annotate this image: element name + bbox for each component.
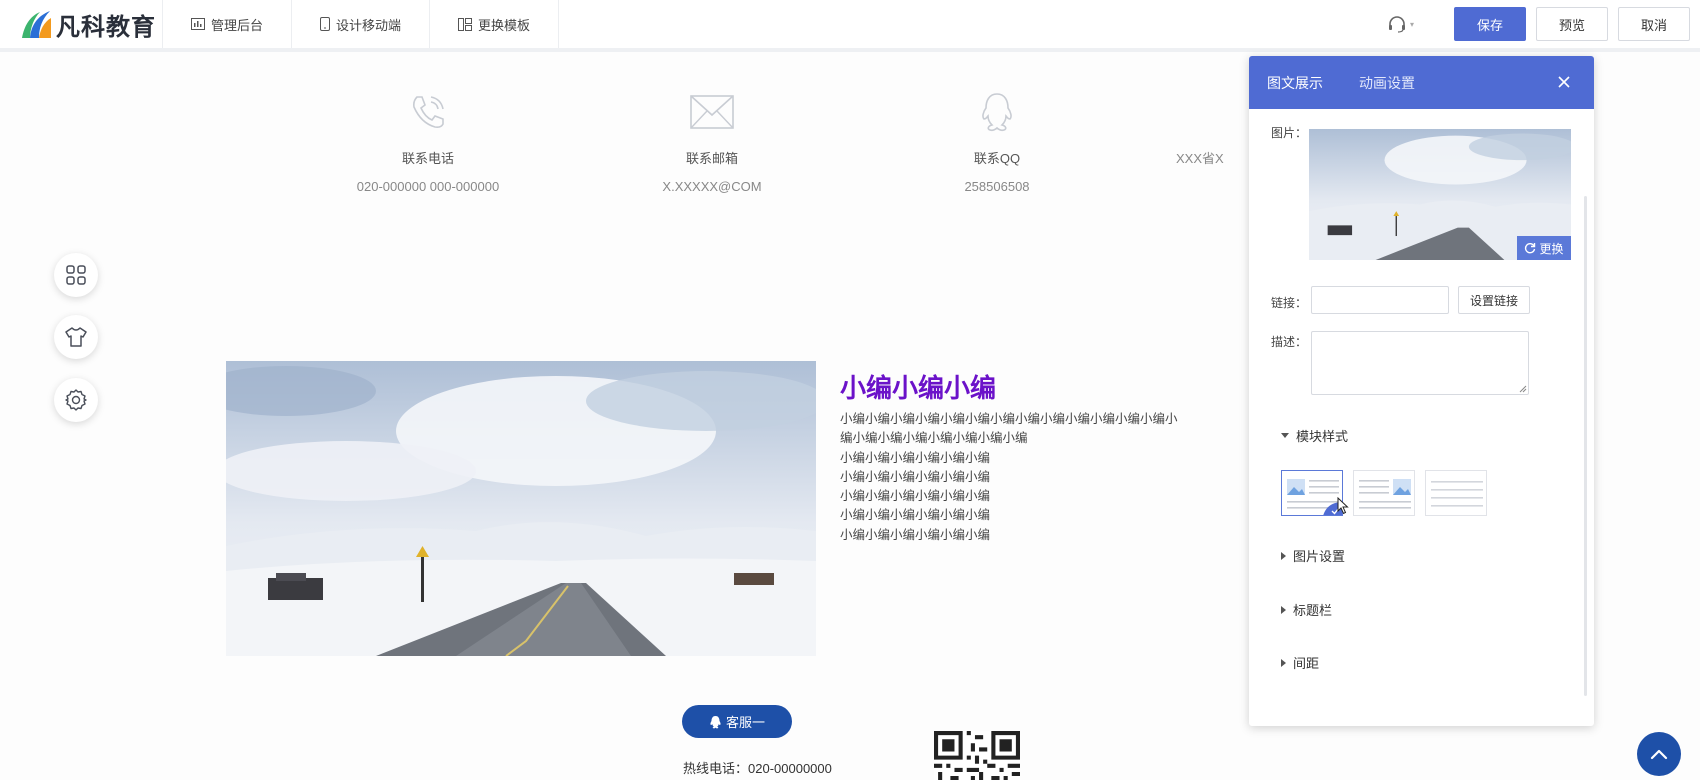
caret-right-icon — [1281, 605, 1286, 614]
section-title-bar[interactable]: 标题栏 — [1281, 600, 1332, 619]
replace-image-label: 更换 — [1539, 241, 1564, 256]
contact-phone-label: 联系电话 — [401, 151, 454, 166]
content-line: 小编小编小编小编小编小编小编小编小编小编小编小编小编小 — [840, 412, 1178, 426]
contact-email-label: 联系邮箱 — [685, 151, 738, 166]
section-module-style-label: 模块样式 — [1296, 429, 1349, 444]
template-icon — [458, 17, 473, 31]
set-link-button[interactable]: 设置链接 — [1458, 286, 1530, 314]
contact-qq-value: 258506508 — [964, 179, 1030, 194]
module-tool-button[interactable] — [54, 253, 98, 297]
logo[interactable]: 凡科教育 — [0, 0, 163, 48]
qr-code-icon — [934, 731, 1020, 780]
theme-tool-button[interactable] — [54, 315, 98, 359]
section-spacing[interactable]: 间距 — [1281, 653, 1319, 672]
logo-icon — [22, 11, 51, 38]
content-line: 小编小编小编小编小编小编 — [840, 527, 991, 542]
nav-change-template-label: 更换模板 — [478, 17, 531, 33]
customer-service-label: 客服一 — [725, 715, 765, 730]
editor-panel-header: 图文展示 动画设置 — [1249, 56, 1594, 109]
close-icon[interactable] — [1556, 74, 1572, 90]
section-module-style[interactable]: 模块样式 — [1281, 426, 1348, 445]
mouse-cursor-icon — [1337, 497, 1349, 515]
shirt-icon — [65, 327, 87, 347]
content-line: 小编小编小编小编小编小编 — [840, 450, 991, 465]
caret-down-icon — [1281, 433, 1289, 438]
preview-button[interactable]: 预览 — [1536, 7, 1608, 41]
link-field-label: 链接： — [1271, 296, 1308, 310]
hotline-text: 热线电话：020-00000000 — [683, 761, 832, 776]
bar-chart-icon — [191, 18, 205, 30]
contact-address: XXX省X — [1176, 90, 1248, 167]
contact-qq-label: 联系QQ — [973, 151, 1021, 166]
content-line: 小编小编小编小编小编小编 — [840, 508, 991, 523]
content-line: 编小编小编小编小编小编小编小编 — [840, 431, 1028, 446]
tab-image-text[interactable]: 图文展示 — [1267, 73, 1323, 93]
section-image-settings-label: 图片设置 — [1293, 549, 1346, 564]
mobile-icon — [320, 17, 331, 31]
chevron-up-icon — [1650, 749, 1668, 760]
phone-icon — [413, 96, 444, 128]
caret-right-icon — [1281, 551, 1286, 560]
chevron-down-icon: ▾ — [1409, 19, 1414, 29]
style-option-text-only[interactable] — [1425, 470, 1487, 516]
grid-icon — [66, 265, 86, 285]
qq-icon — [710, 715, 721, 728]
content-line: 小编小编小编小编小编小编 — [840, 489, 991, 504]
nav-admin-label: 管理后台 — [211, 17, 264, 33]
contact-email: 联系邮箱 X.XXXXX@COM — [612, 90, 812, 194]
top-bar: 凡科教育 管理后台 设计移动端 更换模板 ▾ 保存 预览 取消 — [0, 0, 1700, 52]
snow-road-image — [226, 361, 816, 656]
image-field-label: 图片： — [1271, 126, 1308, 140]
settings-icon — [65, 389, 87, 411]
description-field-label: 描述： — [1271, 335, 1308, 349]
customer-service-button[interactable]: 客服一 — [682, 705, 792, 738]
settings-tool-button[interactable] — [54, 378, 98, 422]
contact-phone-value: 020-000000 000-000000 — [356, 179, 500, 194]
qq-icon — [982, 93, 1012, 132]
contact-address-value: XXX省X — [1176, 151, 1224, 166]
resize-handle-icon[interactable] — [1519, 385, 1527, 393]
contact-qq: 联系QQ 258506508 — [897, 90, 1097, 194]
content-image[interactable] — [226, 361, 816, 656]
style-option-right-image[interactable] — [1353, 470, 1415, 516]
replace-image-button[interactable]: 更换 — [1517, 236, 1571, 260]
layout-text-only-icon — [1431, 481, 1483, 507]
refresh-icon — [1525, 243, 1536, 254]
mail-icon — [690, 95, 734, 129]
style-option-left-image[interactable] — [1281, 470, 1343, 516]
tab-animation[interactable]: 动画设置 — [1359, 73, 1415, 93]
nav-admin[interactable]: 管理后台 — [163, 0, 293, 48]
content-title[interactable]: 小编小编小编 — [840, 368, 996, 405]
cancel-button[interactable]: 取消 — [1618, 7, 1690, 41]
contact-phone: 联系电话 020-000000 000-000000 — [328, 90, 528, 194]
panel-scrollbar[interactable] — [1584, 196, 1587, 696]
section-title-bar-label: 标题栏 — [1293, 603, 1333, 618]
contact-email-value: X.XXXXX@COM — [662, 179, 762, 194]
nav-mobile-design-label: 设计移动端 — [336, 17, 402, 33]
image-thumbnail[interactable]: 更换 — [1309, 129, 1571, 260]
headset-icon — [1388, 16, 1405, 33]
customer-service-dropdown[interactable]: ▾ — [1387, 15, 1414, 33]
description-input[interactable] — [1311, 331, 1529, 395]
content-body[interactable]: 小编小编小编小编小编小编小编小编小编小编小编小编小编小 编小编小编小编小编小编小… — [840, 410, 1190, 545]
nav-mobile-design[interactable]: 设计移动端 — [292, 0, 431, 48]
content-line: 小编小编小编小编小编小编 — [840, 469, 991, 484]
logo-text: 凡科教育 — [56, 13, 156, 41]
back-to-top-button[interactable] — [1637, 732, 1681, 776]
nav-change-template[interactable]: 更换模板 — [430, 0, 560, 48]
layout-right-image-icon — [1359, 479, 1411, 509]
editor-panel: 图文展示 动画设置 图片： 更换 链接： 设置链接 描述： 模块样式 图片设置 … — [1249, 56, 1594, 726]
qr-code — [934, 731, 1020, 780]
link-input[interactable] — [1311, 286, 1449, 314]
caret-right-icon — [1281, 658, 1286, 667]
section-spacing-label: 间距 — [1293, 656, 1320, 671]
section-image-settings[interactable]: 图片设置 — [1281, 546, 1345, 565]
save-button[interactable]: 保存 — [1454, 7, 1526, 41]
